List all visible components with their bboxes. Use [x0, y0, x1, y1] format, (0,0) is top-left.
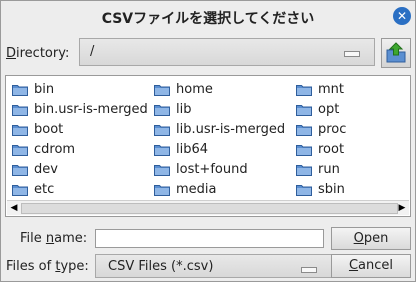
- folder-icon: [12, 165, 28, 176]
- folder-icon: [296, 145, 312, 156]
- file-name-text: mnt: [318, 82, 344, 97]
- file-type-value: CSV Files (*.csv): [108, 259, 214, 274]
- close-button[interactable]: ✕: [393, 7, 411, 25]
- scroll-left-icon[interactable]: ◀: [8, 202, 20, 214]
- file-list[interactable]: ◀ ▶ bin bin.usr-is-merged boot cdrom dev etc h…: [5, 75, 411, 217]
- dialog-title: CSVファイルを選択してください: [101, 11, 315, 27]
- file-name-text: bin.usr-is-merged: [34, 102, 148, 117]
- file-name-text: media: [176, 182, 217, 197]
- folder-icon: [12, 125, 28, 136]
- folder-icon: [154, 165, 170, 176]
- folder-icon: [296, 185, 312, 196]
- title-bar: CSVファイルを選択してください ✕: [1, 1, 415, 31]
- file-name-text: boot: [34, 122, 64, 137]
- file-type-combo[interactable]: CSV Files (*.csv): [95, 254, 332, 278]
- file-name-text: home: [176, 82, 213, 97]
- open-button[interactable]: Open: [331, 227, 411, 250]
- file-name-text: bin: [34, 82, 55, 97]
- file-type-label: Files of type:: [6, 259, 89, 274]
- file-name-label: File name:: [20, 231, 88, 246]
- folder-icon: [12, 85, 28, 96]
- folder-icon: [296, 125, 312, 136]
- file-name-text: proc: [318, 122, 347, 137]
- close-icon: ✕: [396, 9, 408, 23]
- combo-arrow-icon: [344, 51, 360, 57]
- folder-icon: [154, 105, 170, 116]
- scrollbar-thumb[interactable]: [21, 203, 398, 214]
- file-name-text: lib.usr-is-merged: [176, 122, 286, 137]
- file-name-input[interactable]: [95, 229, 324, 248]
- up-folder-icon: [386, 42, 406, 63]
- file-name-text: run: [318, 162, 340, 177]
- directory-value: /: [90, 44, 95, 59]
- file-name-text: cdrom: [34, 142, 76, 157]
- file-name-text: opt: [318, 102, 340, 117]
- folder-icon: [296, 105, 312, 116]
- scroll-right-icon[interactable]: ▶: [396, 202, 408, 214]
- file-name-text: lib64: [176, 142, 209, 157]
- file-name-text: lib: [176, 102, 192, 117]
- file-name-text: dev: [34, 162, 58, 177]
- folder-icon: [154, 185, 170, 196]
- combo-arrow-icon: [301, 267, 317, 273]
- file-name-text: root: [318, 142, 345, 157]
- folder-icon: [12, 105, 28, 116]
- file-name-text: lost+found: [176, 162, 248, 177]
- folder-icon: [12, 185, 28, 196]
- cancel-button[interactable]: Cancel: [331, 254, 411, 278]
- directory-combo[interactable]: /: [79, 38, 375, 66]
- file-name-text: sbin: [318, 182, 345, 197]
- up-folder-button[interactable]: [381, 38, 411, 68]
- directory-label: Directory:: [6, 46, 70, 61]
- folder-icon: [154, 125, 170, 136]
- folder-icon: [296, 85, 312, 96]
- folder-icon: [12, 145, 28, 156]
- folder-icon: [154, 145, 170, 156]
- file-name-text: etc: [34, 182, 55, 197]
- folder-icon: [296, 165, 312, 176]
- file-chooser-dialog: CSVファイルを選択してください ✕ Directory: / ◀ ▶ bin b…: [0, 0, 416, 282]
- horizontal-scrollbar[interactable]: ◀ ▶: [7, 200, 409, 215]
- folder-icon: [154, 85, 170, 96]
